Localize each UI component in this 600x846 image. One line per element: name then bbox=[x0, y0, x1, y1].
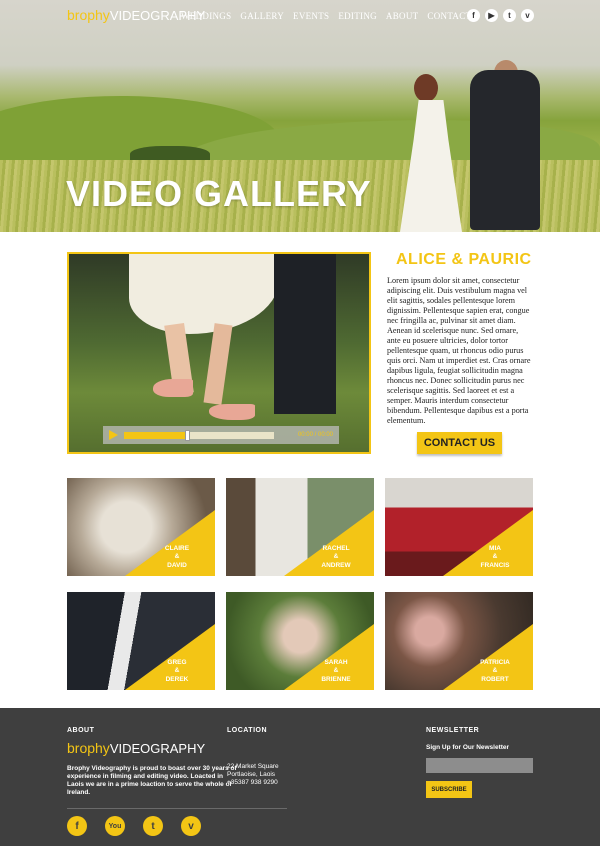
gallery-caption: RACHEL & ANDREW bbox=[306, 545, 366, 571]
caption-name: ANDREW bbox=[321, 561, 351, 569]
subscribe-button[interactable]: SUBSCRIBE bbox=[426, 781, 472, 798]
video-scene-shoe bbox=[153, 379, 193, 397]
contact-us-button[interactable]: CONTACT US bbox=[417, 432, 502, 454]
caption-name: ROBERT bbox=[481, 675, 509, 683]
video-player[interactable]: 00:00 / 00:00 bbox=[67, 252, 371, 454]
gallery-tile[interactable]: MIA & FRANCIS bbox=[385, 478, 533, 576]
video-time: 00:00 / 00:00 bbox=[297, 432, 333, 438]
caption-name: PATRICIA bbox=[480, 658, 510, 666]
nav-about[interactable]: ABOUT bbox=[386, 11, 419, 21]
video-scene-dress bbox=[129, 254, 279, 334]
gallery-tile[interactable]: GREG & DEREK bbox=[67, 592, 215, 690]
footer-address: 22 Market Square Portlaoise, Laois +3538… bbox=[227, 763, 279, 787]
youtube-icon[interactable]: ▶ bbox=[485, 9, 498, 22]
vimeo-icon[interactable]: v bbox=[521, 9, 534, 22]
youtube-icon[interactable]: You bbox=[105, 816, 125, 836]
gallery-caption: CLAIRE & DAVID bbox=[147, 545, 207, 571]
gallery-grid: CLAIRE & DAVID RACHEL & ANDREW MIA & FRANCIS G… bbox=[67, 478, 533, 690]
video-progress-bar[interactable] bbox=[124, 429, 274, 441]
page-title: VIDEO GALLERY bbox=[66, 173, 372, 214]
footer-logo[interactable]: brophyVIDEOGRAPHY bbox=[67, 740, 205, 756]
footer-divider bbox=[67, 808, 287, 809]
address-line: 22 Market Square bbox=[227, 763, 279, 770]
gallery-caption: PATRICIA & ROBERT bbox=[465, 659, 525, 685]
facebook-icon[interactable]: f bbox=[67, 816, 87, 836]
caption-amp: & bbox=[174, 667, 180, 674]
caption-name: DEREK bbox=[165, 675, 189, 683]
main-nav: WEDDINGS GALLERY EVENTS EDITING ABOUT CO… bbox=[181, 11, 480, 21]
groom-suit bbox=[470, 70, 540, 230]
hero-banner: brophyVIDEOGRAPHY WEDDINGS GALLERY EVENT… bbox=[0, 0, 600, 232]
bride-figure bbox=[414, 74, 438, 102]
caption-name: MIA bbox=[489, 544, 501, 552]
video-scene-groom bbox=[274, 254, 336, 414]
nav-contact[interactable]: CONTACT bbox=[427, 11, 471, 21]
facebook-icon[interactable]: f bbox=[467, 9, 480, 22]
gallery-tile[interactable]: SARAH & BRIENNE bbox=[226, 592, 374, 690]
caption-amp: & bbox=[333, 667, 339, 674]
caption-amp: & bbox=[333, 553, 339, 560]
nav-gallery[interactable]: GALLERY bbox=[240, 11, 284, 21]
caption-name: FRANCIS bbox=[480, 561, 510, 569]
video-scene-shoe bbox=[209, 404, 255, 420]
video-scene-leg bbox=[203, 323, 233, 405]
caption-amp: & bbox=[492, 667, 498, 674]
newsletter-label: Sign Up for Our Newsletter bbox=[426, 744, 510, 751]
newsletter-email-input[interactable] bbox=[426, 758, 533, 773]
caption-name: CLAIRE bbox=[164, 544, 190, 552]
video-progress-fill bbox=[124, 431, 187, 439]
nav-weddings[interactable]: WEDDINGS bbox=[181, 11, 231, 21]
gallery-caption: SARAH & BRIENNE bbox=[306, 659, 366, 685]
couple-description: Lorem ipsum dolor sit amet, consectetur … bbox=[387, 276, 531, 425]
footer-about-text: Brophy Videography is proud to boast ove… bbox=[67, 765, 237, 796]
footer-location-heading: LOCATION bbox=[227, 727, 268, 734]
top-bar: brophyVIDEOGRAPHY WEDDINGS GALLERY EVENT… bbox=[0, 0, 600, 34]
logo-brand: brophy bbox=[67, 7, 110, 23]
nav-events[interactable]: EVENTS bbox=[293, 11, 329, 21]
caption-name: RACHEL bbox=[322, 544, 350, 552]
phone-number: +35387 938 9290 bbox=[227, 779, 278, 786]
address-line: Portlaoise, Laois bbox=[227, 771, 276, 778]
caption-amp: & bbox=[174, 553, 180, 560]
caption-amp: & bbox=[492, 553, 498, 560]
gallery-caption: GREG & DEREK bbox=[147, 659, 207, 685]
caption-name: GREG bbox=[167, 658, 187, 666]
gallery-tile[interactable]: PATRICIA & ROBERT bbox=[385, 592, 533, 690]
video-controls: 00:00 / 00:00 bbox=[103, 426, 339, 444]
vimeo-icon[interactable]: v bbox=[181, 816, 201, 836]
play-icon[interactable] bbox=[109, 430, 118, 440]
gallery-tile[interactable]: CLAIRE & DAVID bbox=[67, 478, 215, 576]
twitter-icon[interactable]: t bbox=[503, 9, 516, 22]
gallery-caption: MIA & FRANCIS bbox=[465, 545, 525, 571]
gallery-tile[interactable]: RACHEL & ANDREW bbox=[226, 478, 374, 576]
video-scrubber-handle[interactable] bbox=[185, 429, 190, 441]
footer-newsletter-heading: NEWSLETTER bbox=[426, 727, 480, 734]
logo-rest: VIDEOGRAPHY bbox=[109, 741, 206, 756]
header-social: f ▶ t v bbox=[467, 9, 534, 22]
footer-about-heading: ABOUT bbox=[67, 727, 95, 734]
footer: ABOUT LOCATION NEWSLETTER brophyVIDEOGRA… bbox=[0, 708, 600, 846]
twitter-icon[interactable]: t bbox=[143, 816, 163, 836]
nav-editing[interactable]: EDITING bbox=[338, 11, 377, 21]
caption-name: BRIENNE bbox=[321, 675, 351, 683]
footer-social: f You t v bbox=[67, 816, 201, 836]
logo-brand: brophy bbox=[67, 740, 110, 756]
caption-name: DAVID bbox=[167, 561, 187, 569]
couple-title: ALICE & PAURIC bbox=[396, 251, 532, 268]
caption-name: SARAH bbox=[324, 658, 348, 666]
